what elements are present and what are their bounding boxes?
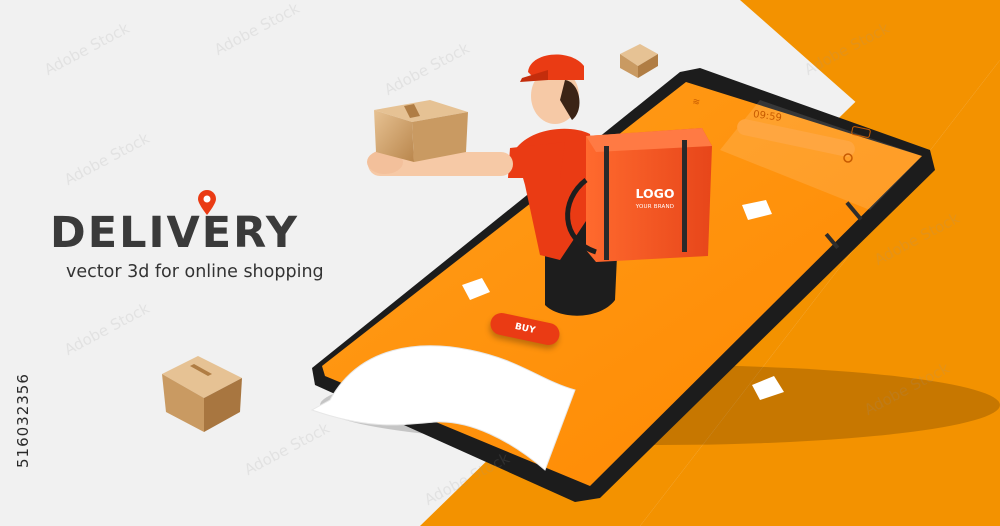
backpack-logo: LOGO [635, 186, 675, 201]
headline-subtitle: vector 3d for online shopping [66, 262, 324, 282]
stock-image-id: 516032356 [14, 373, 32, 468]
floating-box-small [620, 44, 658, 78]
delivery-illustration: ≋ Adobe Stock Adobe Stock Adobe Stock Ad… [0, 0, 1000, 526]
held-parcel-box [374, 100, 468, 162]
backpack-tagline: YOUR BRAND [635, 204, 675, 210]
headline-title: DELIVERY [50, 208, 300, 258]
floating-box-large [162, 356, 242, 432]
